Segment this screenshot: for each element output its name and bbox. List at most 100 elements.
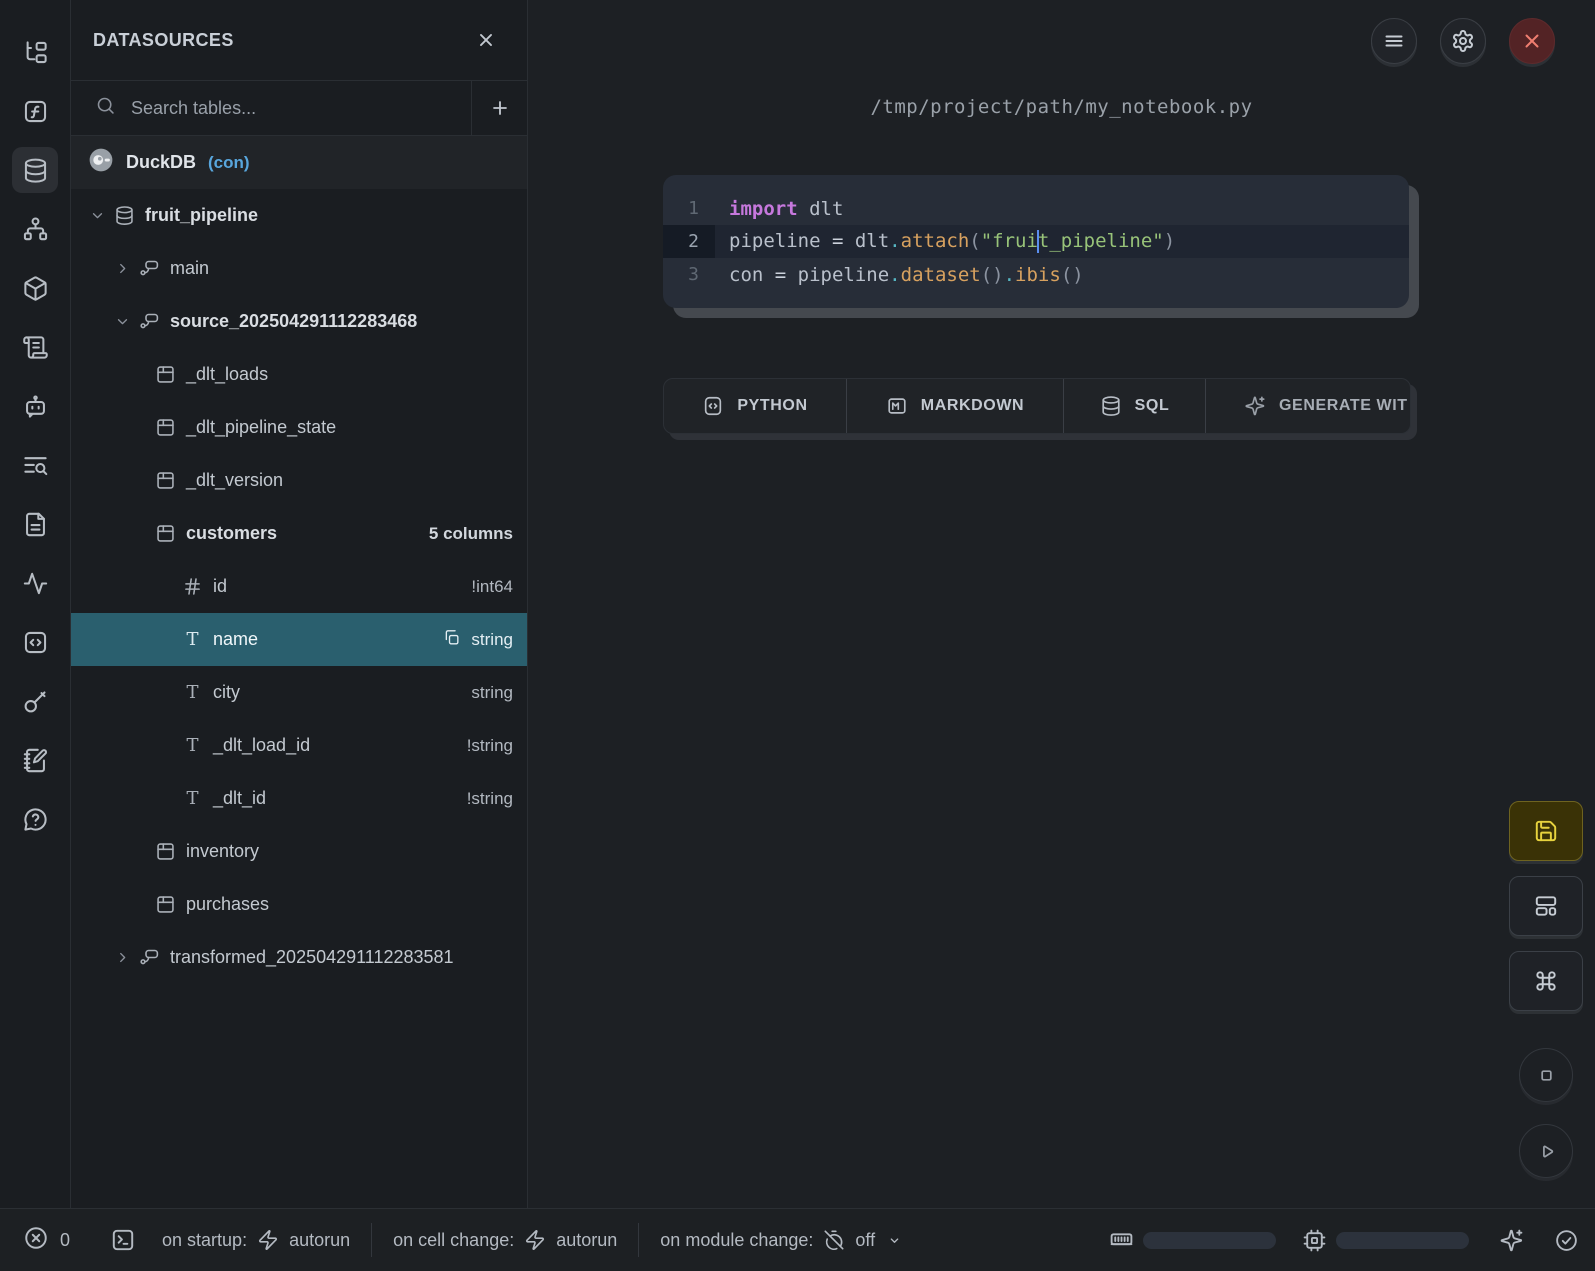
- tree-right-label: 5 columns: [429, 524, 513, 544]
- generate-with-ai-button[interactable]: GENERATE WIT: [1206, 379, 1410, 433]
- rail-item-scratchpad[interactable]: [12, 737, 58, 783]
- code-line-1: 1import dlt: [663, 192, 1409, 225]
- search-box: [71, 81, 471, 135]
- tree-row-transformed_202504291112283581[interactable]: transformed_202504291112283581: [71, 931, 527, 984]
- tree-label: transformed_202504291112283581: [170, 947, 454, 968]
- command-icon: [1533, 968, 1559, 994]
- tree-row-main[interactable]: main: [71, 242, 527, 295]
- menu-icon: [1382, 29, 1406, 53]
- on-cell-change-setting[interactable]: on cell change:autorun: [393, 1229, 617, 1251]
- table-icon: [155, 364, 176, 385]
- rail-item-snippets[interactable]: [12, 619, 58, 665]
- rail-item-datasources[interactable]: [12, 147, 58, 193]
- chevron-right-icon[interactable]: [113, 259, 133, 278]
- chevron-down-icon[interactable]: [113, 312, 133, 331]
- close-panel-icon[interactable]: [475, 29, 497, 51]
- tree-label: main: [170, 258, 209, 279]
- tree-row-city[interactable]: Tcitystring: [71, 666, 527, 719]
- tree-row-_dlt_loads[interactable]: _dlt_loads: [71, 348, 527, 401]
- tree-row-name[interactable]: Tnamestring: [71, 613, 527, 666]
- stop-kernel-button[interactable]: [1519, 1048, 1573, 1102]
- tree-label: _dlt_id: [213, 788, 266, 809]
- database-icon: [1100, 395, 1122, 417]
- memory-usage-track: [1143, 1232, 1276, 1249]
- table-icon: [155, 523, 176, 544]
- settings-button[interactable]: [1440, 18, 1486, 64]
- tree-row-purchases[interactable]: purchases: [71, 878, 527, 931]
- rail-item-file-explorer[interactable]: [12, 29, 58, 75]
- tree-row-id[interactable]: id!int64: [71, 560, 527, 613]
- rail-item-runtime[interactable]: [12, 560, 58, 606]
- tree-row-_dlt_pipeline_state[interactable]: _dlt_pipeline_state: [71, 401, 527, 454]
- tree-label: _dlt_load_id: [213, 735, 310, 756]
- setting-label: on module change:: [660, 1230, 813, 1251]
- markdown-box-icon: [886, 395, 908, 417]
- rail-item-tracebacks[interactable]: [12, 442, 58, 488]
- close-app-button[interactable]: [1509, 18, 1555, 64]
- tree-right-label: !string: [467, 789, 513, 809]
- statusbar-divider: [638, 1223, 639, 1257]
- tree-row-customers[interactable]: customers 5 columns: [71, 507, 527, 560]
- setting-value: off: [855, 1230, 875, 1251]
- kernel-connected-button[interactable]: [1554, 1228, 1579, 1253]
- panel-title: DATASOURCES: [93, 30, 475, 51]
- rail-item-dependency-graph[interactable]: [12, 206, 58, 252]
- layout-toggle-button[interactable]: [1509, 876, 1583, 936]
- chevron-down-icon[interactable]: [88, 206, 108, 225]
- rail-item-logs[interactable]: [12, 324, 58, 370]
- connection-row[interactable]: DuckDB (con): [71, 136, 527, 189]
- menu-button[interactable]: [1371, 18, 1417, 64]
- add-cell-buttons: PYTHONMARKDOWNSQLGENERATE WIT: [663, 378, 1411, 434]
- search-input[interactable]: [131, 98, 471, 119]
- tree-label: source_202504291112283468: [170, 311, 417, 332]
- on-module-change-setting[interactable]: on module change: off: [660, 1229, 904, 1251]
- notebook-filepath: /tmp/project/path/my_notebook.py: [528, 96, 1595, 118]
- timer-off-icon: [823, 1229, 845, 1251]
- setting-value: autorun: [289, 1230, 350, 1251]
- tree-label: _dlt_version: [186, 470, 283, 491]
- rail-item-packages[interactable]: [12, 265, 58, 311]
- line-number: 3: [663, 258, 715, 291]
- tree-row-source_202504291112283468[interactable]: source_202504291112283468: [71, 295, 527, 348]
- schema-icon: [139, 258, 160, 279]
- tree-label: inventory: [186, 841, 259, 862]
- run-all-button[interactable]: [1519, 1124, 1573, 1178]
- chevron-right-icon[interactable]: [113, 948, 133, 967]
- tree-row-fruit_pipeline[interactable]: fruit_pipeline: [71, 189, 527, 242]
- add-sql-cell-button[interactable]: SQL: [1064, 379, 1206, 433]
- tree-right-label: !int64: [471, 577, 513, 597]
- terminal-button[interactable]: [110, 1227, 136, 1253]
- close-x-icon: [1520, 29, 1544, 53]
- ram-icon: [1109, 1228, 1134, 1253]
- on-startup-setting[interactable]: on startup:autorun: [162, 1229, 350, 1251]
- code-cell[interactable]: 1import dlt2pipeline = dlt.attach("fruit…: [663, 175, 1409, 308]
- ai-assistant-button[interactable]: [1499, 1228, 1524, 1253]
- tree-row-_dlt_version[interactable]: _dlt_version: [71, 454, 527, 507]
- add-datasource-button[interactable]: [471, 81, 527, 135]
- add-python-cell-button[interactable]: PYTHON: [664, 379, 847, 433]
- tree-label: customers: [186, 523, 277, 544]
- tree-right-label: !string: [467, 736, 513, 756]
- tree-label: fruit_pipeline: [145, 205, 258, 226]
- command-palette-button[interactable]: [1509, 951, 1583, 1011]
- schema-icon: [139, 947, 160, 968]
- chevron-down-icon: [885, 1231, 904, 1250]
- rail-item-documentation[interactable]: [12, 501, 58, 547]
- search-icon: [95, 95, 116, 121]
- rail-item-functions[interactable]: [12, 88, 58, 134]
- error-indicator[interactable]: 0: [23, 1225, 70, 1256]
- save-button[interactable]: [1509, 801, 1583, 861]
- rail-item-help[interactable]: [12, 796, 58, 842]
- tree-label: name: [213, 629, 258, 650]
- setting-value: autorun: [556, 1230, 617, 1251]
- table-icon: [155, 894, 176, 915]
- tree-row-inventory[interactable]: inventory: [71, 825, 527, 878]
- add-markdown-cell-button[interactable]: MARKDOWN: [847, 379, 1064, 433]
- table-icon: [155, 470, 176, 491]
- copy-icon[interactable]: [442, 628, 461, 652]
- tree-row-_dlt_load_id[interactable]: T_dlt_load_id!string: [71, 719, 527, 772]
- rail-item-ai-chat[interactable]: [12, 383, 58, 429]
- tree-row-_dlt_id[interactable]: T_dlt_id!string: [71, 772, 527, 825]
- tree-label: _dlt_pipeline_state: [186, 417, 336, 438]
- rail-item-secrets[interactable]: [12, 678, 58, 724]
